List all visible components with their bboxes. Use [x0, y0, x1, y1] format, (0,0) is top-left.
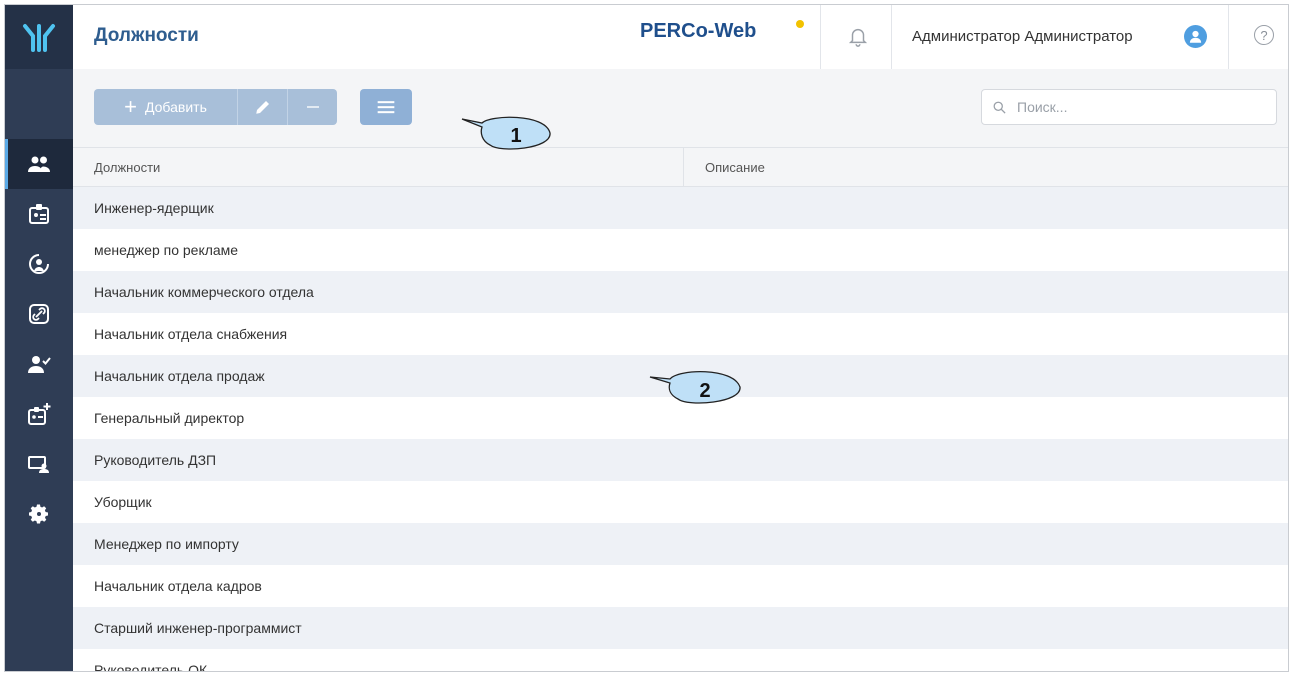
position-cell: Начальник отдела снабжения [94, 326, 288, 342]
user-name[interactable]: Администратор Администратор [912, 28, 1133, 45]
sidebar-item-verification[interactable] [5, 339, 73, 389]
table-row[interactable]: Начальник отдела кадров [73, 565, 1288, 607]
bell-icon[interactable] [847, 25, 869, 47]
toolbar: + Добавить [73, 69, 1288, 147]
hamburger-icon [377, 101, 395, 114]
position-cell: Старший инженер-программист [94, 620, 302, 636]
add-button-label: Добавить [144, 99, 207, 115]
table-row[interactable]: Инженер-ядерщик [73, 187, 1288, 229]
action-button-group: + Добавить [94, 89, 337, 125]
top-header: Должности PERCo-Web Администратор Админи… [73, 5, 1288, 70]
app-window: Должности PERCo-Web Администратор Админи… [4, 4, 1289, 672]
staff-icon [28, 156, 50, 172]
position-cell: Уборщик [94, 494, 152, 510]
badge-add-icon [28, 403, 51, 425]
sidebar [5, 5, 73, 671]
position-cell: Руководитель ОК [94, 662, 208, 672]
position-cell: Начальник отдела кадров [94, 578, 262, 594]
table-row[interactable]: менеджер по рекламе [73, 229, 1288, 271]
position-cell: Начальник коммерческого отдела [94, 284, 314, 300]
app-logo[interactable] [5, 5, 73, 69]
gear-icon [29, 504, 48, 524]
sidebar-item-settings[interactable] [5, 489, 73, 539]
header-divider [1228, 5, 1229, 69]
column-header-position[interactable]: Должности [73, 148, 684, 186]
badge-icon [29, 204, 49, 224]
access-icon [29, 254, 49, 274]
callout-marker-1: 1 [461, 116, 551, 150]
column-header-description[interactable]: Описание [684, 148, 1288, 186]
header-divider [891, 5, 892, 69]
table-row[interactable]: Старший инженер-программист [73, 607, 1288, 649]
link-icon [29, 304, 49, 324]
table-row[interactable]: Начальник коммерческого отдела [73, 271, 1288, 313]
page-title: Должности [94, 25, 199, 46]
position-cell: Инженер-ядерщик [94, 200, 214, 216]
perco-logo-icon [23, 24, 55, 52]
position-cell: менеджер по рекламе [94, 242, 239, 258]
table-row[interactable]: Уборщик [73, 481, 1288, 523]
brand-dot-icon [796, 20, 804, 28]
callout-number: 1 [510, 125, 521, 147]
sidebar-item-monitoring[interactable] [5, 439, 73, 489]
edit-button[interactable] [237, 89, 287, 125]
position-cell: Начальник отдела продаж [94, 368, 265, 384]
plus-icon: + [124, 94, 137, 119]
delete-button[interactable] [287, 89, 337, 125]
monitor-user-icon [28, 456, 49, 473]
table-body: Инженер-ядерщик менеджер по рекламе Нача… [73, 187, 1288, 672]
table-row[interactable]: Менеджер по импорту [73, 523, 1288, 565]
user-icon [1189, 30, 1202, 43]
table-row[interactable]: Руководитель ДЗП [73, 439, 1288, 481]
minus-icon [306, 106, 319, 108]
callout-number: 2 [699, 380, 710, 402]
search-box [981, 89, 1277, 125]
position-cell: Менеджер по импорту [94, 536, 239, 552]
table-header: Должности Описание [73, 147, 1288, 187]
sidebar-item-link[interactable] [5, 289, 73, 339]
brand-name: PERCo-Web [640, 20, 757, 42]
position-cell: Руководитель ДЗП [94, 452, 217, 468]
add-button[interactable]: + Добавить [94, 89, 237, 125]
menu-button[interactable] [360, 89, 412, 125]
avatar[interactable] [1184, 25, 1207, 48]
help-button[interactable]: ? [1254, 25, 1274, 45]
table-row[interactable]: Руководитель ОК [73, 649, 1288, 672]
sidebar-item-staff[interactable] [5, 139, 73, 189]
pencil-icon [255, 101, 269, 114]
position-cell: Генеральный директор [94, 410, 245, 426]
search-icon [993, 101, 1006, 114]
user-check-icon [28, 356, 51, 373]
sidebar-item-add-badge[interactable] [5, 389, 73, 439]
header-divider [820, 5, 821, 69]
table-row[interactable]: Начальник отдела снабжения [73, 313, 1288, 355]
sidebar-item-badges[interactable] [5, 189, 73, 239]
sidebar-item-access[interactable] [5, 239, 73, 289]
search-input[interactable] [1015, 98, 1259, 116]
callout-marker-2: 2 [649, 371, 741, 404]
